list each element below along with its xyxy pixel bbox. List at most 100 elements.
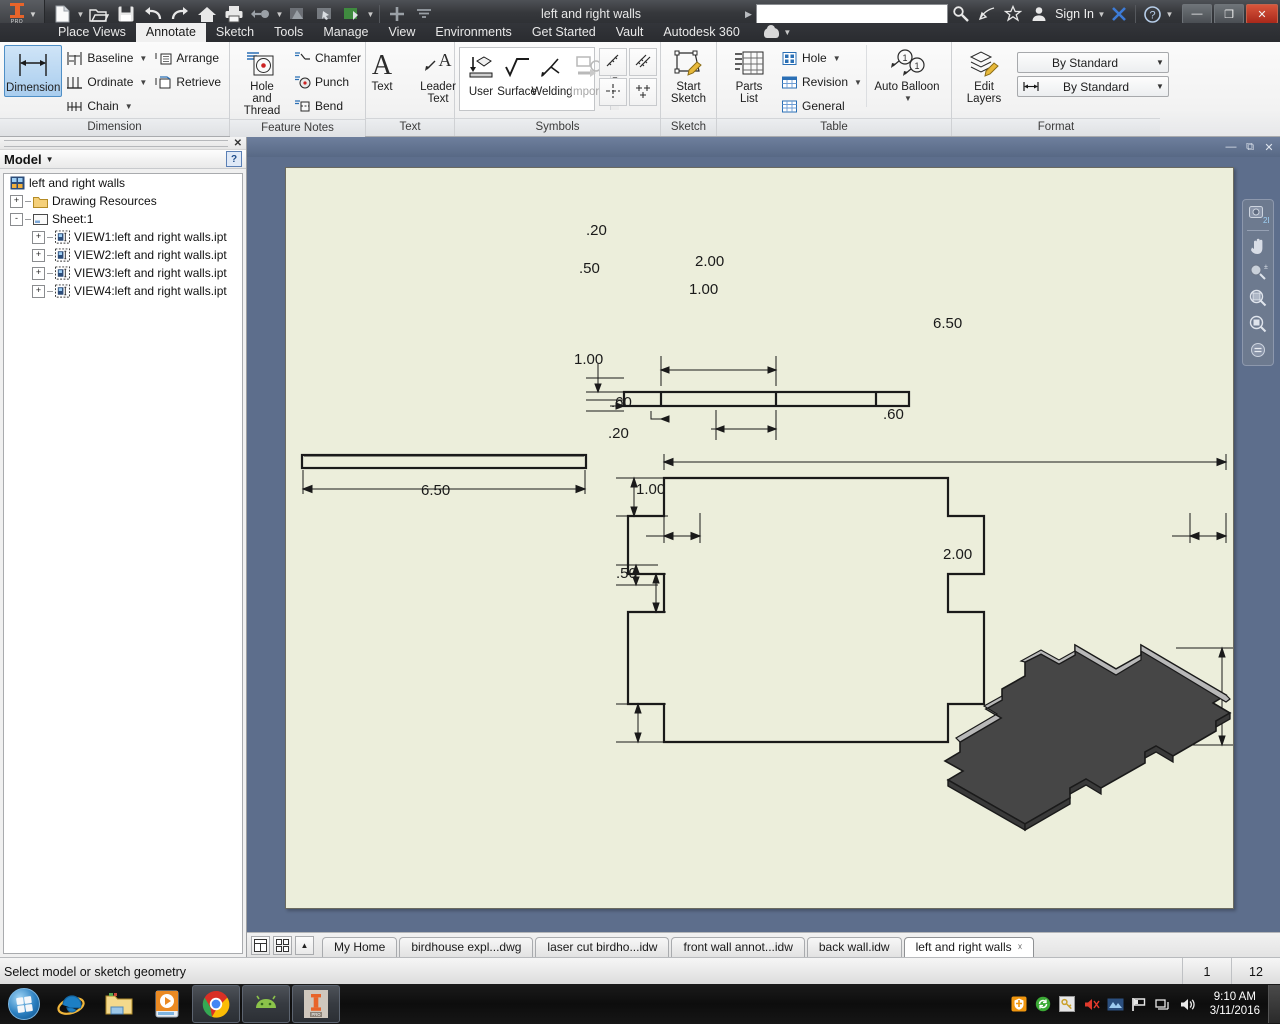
tab-environments[interactable]: Environments <box>425 23 521 42</box>
show-desktop-button[interactable] <box>1268 985 1280 1023</box>
chevron-down-icon[interactable]: ▼ <box>1152 82 1168 91</box>
close-button[interactable]: ✕ <box>1246 4 1278 24</box>
expand-icon[interactable]: + <box>32 248 45 262</box>
surface-symbol-button[interactable]: Surface <box>497 50 537 98</box>
doc-tab-my-home[interactable]: My Home <box>322 937 398 957</box>
hole-and-thread-button[interactable]: Hole and Thread <box>234 45 290 119</box>
android-studio-icon[interactable] <box>242 985 290 1023</box>
chevron-down-icon[interactable]: ▼ <box>831 54 841 63</box>
expand-icon[interactable]: + <box>10 194 23 208</box>
inventor-icon[interactable]: PRO <box>292 985 340 1023</box>
file-explorer-icon[interactable] <box>96 986 142 1022</box>
tab-place-views[interactable]: Place Views <box>48 23 136 42</box>
centered-pattern-button[interactable] <box>629 78 657 106</box>
scroll-up-button[interactable]: ▲ <box>295 935 314 955</box>
chevron-down-icon[interactable]: ▼ <box>123 102 133 111</box>
network-icon[interactable] <box>1155 996 1172 1013</box>
doc-tab-left-and-right-walls[interactable]: left and right walls ☓ <box>903 937 1035 957</box>
end-fill-button[interactable] <box>629 48 657 76</box>
expand-icon[interactable]: + <box>32 284 45 298</box>
tile-horizontal-button[interactable] <box>251 935 270 955</box>
chevron-down-icon[interactable]: ▼ <box>29 10 37 19</box>
start-sketch-button[interactable]: Start Sketch <box>661 45 717 107</box>
collapse-icon[interactable]: - <box>10 212 23 226</box>
search-input[interactable] <box>755 3 948 25</box>
revision-table-button[interactable]: Revision ▼ <box>777 70 866 94</box>
sync-icon[interactable] <box>1035 996 1052 1013</box>
tab-tools[interactable]: Tools <box>264 23 313 42</box>
model-tree[interactable]: left and right walls + Drawing Resources… <box>3 173 243 954</box>
flag-icon[interactable] <box>1131 996 1148 1013</box>
dimension-style-combo[interactable]: By Standard ▼ <box>1017 76 1169 97</box>
retrieve-button[interactable]: Retrieve <box>151 70 225 94</box>
chevron-down-icon[interactable]: ▼ <box>902 93 912 105</box>
hole-table-button[interactable]: Hole ▼ <box>777 46 866 70</box>
drawing-sheet[interactable]: .20 .50 2.00 1.00 6.50 1.00 .60 .60 .20 … <box>285 167 1234 909</box>
chevron-down-icon[interactable]: ▼ <box>137 78 147 87</box>
tab-autodesk-360[interactable]: Autodesk 360 <box>653 23 749 42</box>
text-button[interactable]: A Text <box>354 45 410 95</box>
pan-hand-icon[interactable] <box>1246 235 1270 257</box>
chevron-down-icon[interactable]: ▼ <box>42 155 54 164</box>
speaker-icon[interactable] <box>1179 996 1196 1013</box>
key-icon[interactable] <box>1059 996 1076 1013</box>
title-expand-icon[interactable]: ▶ <box>741 9 756 20</box>
browser-grip[interactable]: ✕ <box>0 137 246 150</box>
sign-in-label[interactable]: Sign In <box>1055 7 1094 21</box>
graphics-icon[interactable] <box>1107 996 1124 1013</box>
tree-node-drawing-resources[interactable]: + Drawing Resources <box>4 192 242 210</box>
doc-tab-front-wall-annot[interactable]: front wall annot...idw <box>671 937 805 957</box>
google-chrome-icon[interactable] <box>192 985 240 1023</box>
tile-grid-button[interactable] <box>273 935 292 955</box>
tab-sketch[interactable]: Sketch <box>206 23 264 42</box>
bend-button[interactable]: Bend <box>290 94 365 118</box>
chevron-down-icon[interactable]: ▼ <box>275 10 284 19</box>
chevron-down-icon[interactable]: ▼ <box>852 78 862 87</box>
chevron-down-icon[interactable]: ▼ <box>137 54 147 63</box>
chevron-down-icon[interactable]: ▼ <box>1152 58 1168 67</box>
doc-tab-back-wall[interactable]: back wall.idw <box>806 937 902 957</box>
chevron-down-icon[interactable]: ▼ <box>366 10 375 19</box>
doc-close-button[interactable]: ✕ <box>1262 140 1276 154</box>
chevron-down-icon[interactable]: ▼ <box>1097 10 1106 19</box>
internet-explorer-icon[interactable] <box>48 986 94 1022</box>
chevron-down-icon[interactable]: ▼ <box>76 10 85 19</box>
tab-get-started[interactable]: Get Started <box>522 23 606 42</box>
doc-tab-laser-cut-birdho[interactable]: laser cut birdho...idw <box>535 937 670 957</box>
dimension-button[interactable]: Dimension <box>4 45 63 97</box>
edit-layers-button[interactable]: Edit Layers <box>956 45 1012 107</box>
tab-manage[interactable]: Manage <box>313 23 378 42</box>
close-icon[interactable]: ✕ <box>228 138 242 149</box>
volume-muted-icon[interactable] <box>1083 996 1100 1013</box>
tree-node-root[interactable]: left and right walls <box>4 174 242 192</box>
ordinate-button[interactable]: Ordinate ▼ <box>62 70 151 94</box>
cloud-status-control[interactable]: ▼ <box>763 23 792 42</box>
tree-node-view3[interactable]: + VIEW3:left and right walls.ipt <box>4 264 242 282</box>
general-table-button[interactable]: General <box>777 94 866 118</box>
chevron-down-icon[interactable]: ▼ <box>1165 10 1174 19</box>
tree-node-view2[interactable]: + VIEW2:left and right walls.ipt <box>4 246 242 264</box>
doc-restore-button[interactable]: ⧉ <box>1243 140 1257 154</box>
doc-minimize-button[interactable]: — <box>1224 140 1238 154</box>
chevron-down-icon[interactable]: ▼ <box>783 28 792 37</box>
symbols-gallery[interactable]: User Surface Welding Impor... <box>459 47 619 111</box>
expand-icon[interactable]: + <box>32 266 45 280</box>
security-shield-icon[interactable] <box>1011 996 1028 1013</box>
layer-style-combo[interactable]: By Standard ▼ <box>1017 52 1169 73</box>
viewcube-2d-icon[interactable]: 2D <box>1246 204 1270 226</box>
caterpillar-button[interactable] <box>599 48 627 76</box>
media-player-icon[interactable] <box>144 986 190 1022</box>
center-mark-button[interactable] <box>599 78 627 106</box>
tab-annotate[interactable]: Annotate <box>135 23 206 42</box>
doc-tab-birdhouse-expl[interactable]: birdhouse expl...dwg <box>399 937 534 957</box>
tree-node-sheet-1[interactable]: - Sheet:1 <box>4 210 242 228</box>
expand-icon[interactable]: + <box>32 230 45 244</box>
auto-balloon-button[interactable]: 11 Auto Balloon ▼ <box>865 45 947 107</box>
minimize-button[interactable]: — <box>1182 4 1212 24</box>
tree-node-view1[interactable]: + VIEW1:left and right walls.ipt <box>4 228 242 246</box>
arrange-button[interactable]: Arrange <box>151 46 225 70</box>
nav-options-icon[interactable] <box>1246 339 1270 361</box>
zoom-magnifier-icon[interactable]: ± <box>1246 261 1270 283</box>
welding-symbol-button[interactable]: Welding <box>531 50 573 98</box>
tab-view[interactable]: View <box>379 23 426 42</box>
